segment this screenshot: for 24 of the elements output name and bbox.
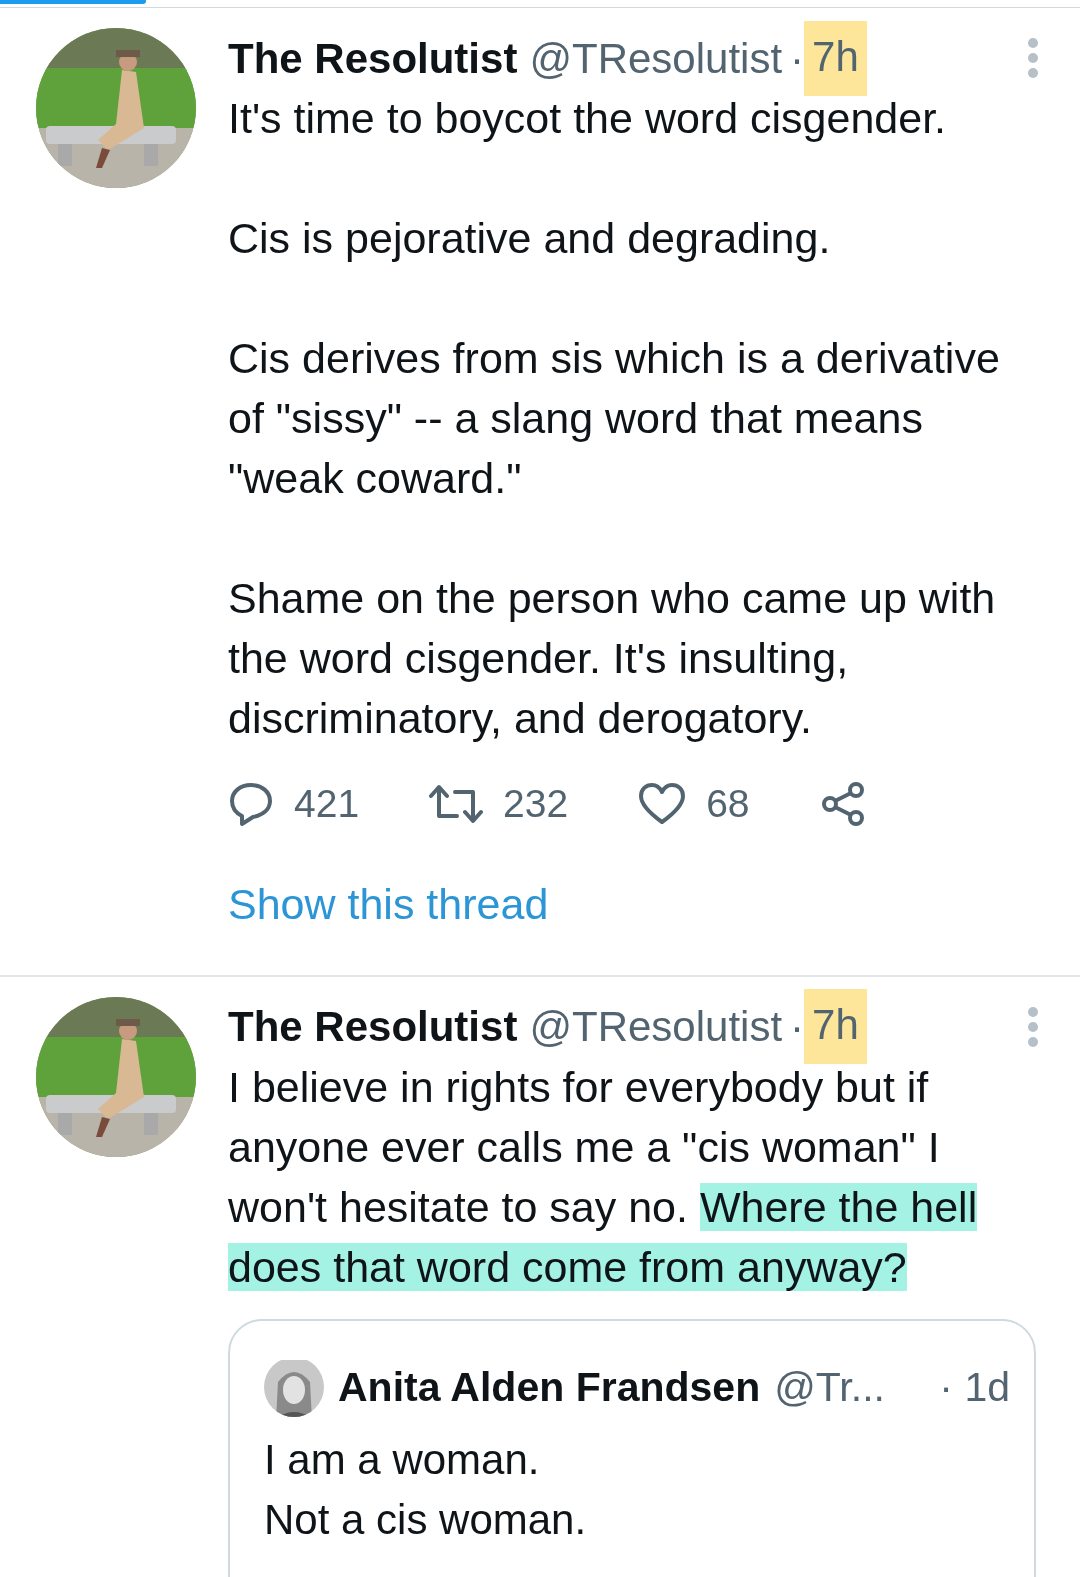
reply-icon	[228, 781, 274, 827]
author-handle[interactable]: @TResolutist	[529, 26, 783, 90]
show-thread-link[interactable]: Show this thread	[228, 872, 549, 937]
quoted-tweet-text: I am a woman. Not a cis woman.	[264, 1435, 588, 1545]
more-icon[interactable]	[1026, 38, 1040, 78]
author-name[interactable]: The Resolutist	[228, 995, 518, 1058]
author-handle[interactable]: @TResolutist	[529, 995, 783, 1058]
tweet-time[interactable]: 7h	[804, 20, 867, 96]
tweet-text: I believe in rights for everybody but if anyone ever calls me a "cis woman" I won't hesitate to say no. Where the hell does that word come from anyway?	[228, 1061, 979, 1293]
reply-button[interactable]: 421	[228, 774, 360, 834]
separator-dot: ·	[790, 1002, 805, 1052]
tweet-time[interactable]: 7h	[804, 989, 867, 1064]
quoted-author-handle: @Tr...	[774, 1362, 885, 1412]
quoted-tweet-card[interactable]: Anita Alden Frandsen @Tr... · 1d I am a woman. Not a cis woman.	[228, 1318, 1036, 1577]
quoted-author-name: Anita Alden Frandsen	[338, 1362, 761, 1412]
heart-icon	[638, 782, 687, 826]
like-button[interactable]: 68	[638, 774, 750, 834]
retweet-button[interactable]: 232	[429, 774, 569, 834]
tweet-text: It's time to boycot the word cisgender. Cis is pejorative and degrading. Cis derives from sis which is a derivative of "sissy" -- a slang word that means "weak coward." Shame on the person who came up with the word cisgender. It's insulting, discriminatory, and derogatory.	[228, 93, 1001, 744]
separator-dot: ·	[790, 33, 805, 84]
more-icon[interactable]	[1026, 1006, 1040, 1047]
retweet-icon	[429, 784, 484, 824]
quoted-tweet-time: · 1d	[939, 1362, 1010, 1412]
author-name[interactable]: The Resolutist	[228, 26, 518, 90]
